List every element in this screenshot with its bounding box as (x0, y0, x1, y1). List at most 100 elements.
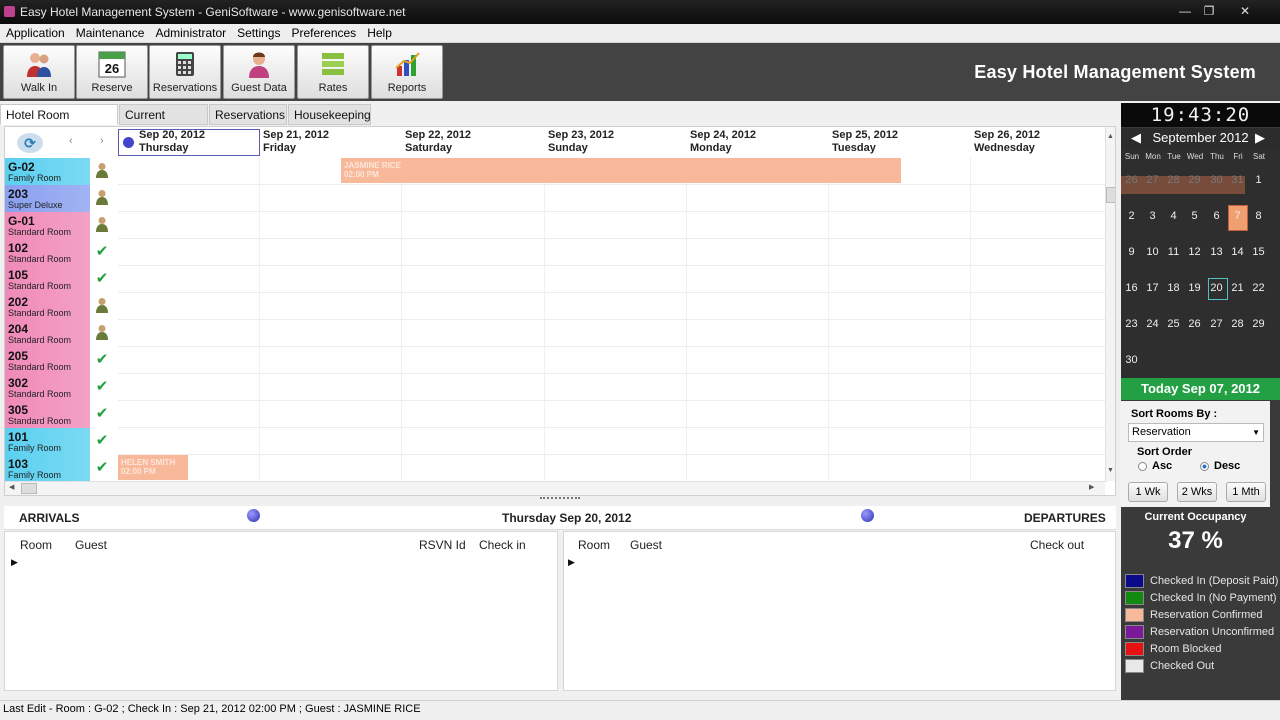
walk-in-button[interactable]: Walk In (3, 45, 75, 99)
maximize-button[interactable]: ❐ (1198, 3, 1220, 20)
day-header[interactable]: Sep 21, 2012 Friday (259, 129, 329, 157)
sort-desc-label[interactable]: Desc (1214, 460, 1240, 472)
sort-by-select[interactable]: Reservation ▼ (1128, 423, 1264, 442)
calendar-day[interactable]: 3 (1142, 205, 1163, 227)
booking-bar[interactable]: JASMINE RICE 02:00 PM (341, 158, 901, 183)
day-header[interactable]: Sep 23, 2012 Sunday (544, 129, 614, 157)
menu-administrator[interactable]: Administrator (149, 24, 231, 42)
room-row[interactable]: 101 Family Room ✔ (5, 428, 117, 455)
calendar-day[interactable]: 26 (1121, 169, 1142, 191)
menu-settings[interactable]: Settings (231, 24, 285, 42)
tab-reservations[interactable]: Reservations (209, 104, 287, 125)
calendar-day[interactable]: 29 (1248, 313, 1269, 335)
menu-application[interactable]: Application (0, 24, 70, 42)
calendar-day[interactable]: 11 (1163, 241, 1184, 263)
calendar-day[interactable]: 6 (1206, 205, 1227, 227)
menu-help[interactable]: Help (361, 24, 397, 42)
sort-asc-radio[interactable] (1138, 462, 1147, 471)
room-row[interactable]: 105 Standard Room ✔ (5, 266, 117, 293)
calendar-day[interactable]: 27 (1142, 169, 1163, 191)
tab-housekeeping[interactable]: Housekeeping (288, 104, 371, 125)
reports-button[interactable]: Reports (371, 45, 443, 99)
next-day-button[interactable] (861, 509, 874, 522)
prev-month-icon[interactable]: ◀ (1131, 128, 1141, 148)
day-header[interactable]: Sep 20, 2012 Thursday (135, 129, 205, 157)
menu-maintenance[interactable]: Maintenance (70, 24, 150, 42)
calendar-day[interactable]: 2 (1121, 205, 1142, 227)
calendar-day[interactable]: 21 (1227, 277, 1248, 299)
calendar-day[interactable]: 24 (1142, 313, 1163, 335)
calendar-day[interactable]: 28 (1163, 169, 1184, 191)
room-row[interactable]: G-01 Standard Room (5, 212, 117, 239)
close-button[interactable]: ✕ (1234, 3, 1256, 20)
calendar-day[interactable]: 5 (1184, 205, 1205, 227)
refresh-icon[interactable]: ⟳ (17, 133, 43, 153)
prev-day-button[interactable] (247, 509, 260, 522)
column-header[interactable]: Guest (75, 538, 107, 552)
calendar-day[interactable]: 30 (1121, 349, 1142, 371)
calendar-day[interactable]: 16 (1121, 277, 1142, 299)
range-1mth-button[interactable]: 1 Mth (1226, 482, 1266, 502)
horizontal-scrollbar[interactable]: ◀ ▶ (5, 481, 1105, 495)
calendar-day[interactable]: 7 (1227, 205, 1248, 227)
column-header[interactable]: Check out (1030, 538, 1084, 552)
room-row[interactable]: 203 Super Deluxe (5, 185, 117, 212)
room-row[interactable]: 202 Standard Room (5, 293, 117, 320)
tab-current-guests[interactable]: Current Guests (119, 104, 208, 142)
calendar-day[interactable]: 30 (1206, 169, 1227, 191)
room-row[interactable]: 205 Standard Room ✔ (5, 347, 117, 374)
calendar-day[interactable]: 29 (1184, 169, 1205, 191)
calendar-day[interactable]: 25 (1163, 313, 1184, 335)
next-month-icon[interactable]: ▶ (1255, 128, 1265, 148)
calendar-day[interactable]: 23 (1121, 313, 1142, 335)
booking-bar[interactable]: HELEN SMITH 02:00 PM (118, 455, 188, 480)
room-row[interactable]: 204 Standard Room (5, 320, 117, 347)
calendar-day[interactable]: 27 (1206, 313, 1227, 335)
calendar-day[interactable]: 17 (1142, 277, 1163, 299)
minimize-button[interactable]: — (1174, 3, 1196, 20)
calendar-day[interactable]: 20 (1206, 277, 1227, 299)
room-row[interactable]: 102 Standard Room ✔ (5, 239, 117, 266)
calendar-day[interactable]: 9 (1121, 241, 1142, 263)
room-row[interactable]: 302 Standard Room ✔ (5, 374, 117, 401)
rates-button[interactable]: Rates (297, 45, 369, 99)
departures-table[interactable]: Room Guest Check out ▶ (563, 531, 1116, 691)
reserve-button[interactable]: 26 Reserve (76, 45, 148, 99)
menu-preferences[interactable]: Preferences (285, 24, 361, 42)
room-row[interactable]: 305 Standard Room ✔ (5, 401, 117, 428)
calendar-day[interactable]: 19 (1184, 277, 1205, 299)
calendar-day[interactable]: 8 (1248, 205, 1269, 227)
day-header[interactable]: Sep 26, 2012 Wednesday (970, 129, 1040, 157)
column-header[interactable]: Guest (630, 538, 662, 552)
day-header[interactable]: Sep 22, 2012 Saturday (401, 129, 471, 157)
calendar-day[interactable]: 26 (1184, 313, 1205, 335)
column-header[interactable]: RSVN Id (419, 538, 466, 552)
column-header[interactable]: Room (20, 538, 52, 552)
room-row[interactable]: G-02 Family Room (5, 158, 117, 185)
vertical-scrollbar[interactable]: ▲ ▼ (1105, 127, 1115, 481)
calendar-day[interactable]: 10 (1142, 241, 1163, 263)
today-button[interactable]: Today Sep 07, 2012 (1121, 378, 1280, 400)
day-header[interactable]: Sep 25, 2012 Tuesday (828, 129, 898, 157)
sort-asc-label[interactable]: Asc (1152, 460, 1172, 472)
prev-week-icon[interactable]: ‹ (69, 135, 73, 147)
day-header[interactable]: Sep 24, 2012 Monday (686, 129, 756, 157)
sort-desc-radio[interactable] (1200, 462, 1209, 471)
splitter-handle[interactable] (540, 497, 580, 503)
calendar-day[interactable]: 31 (1227, 169, 1248, 191)
tab-hotel-room-planner[interactable]: Hotel Room Planner (0, 104, 118, 142)
calendar-day[interactable]: 4 (1163, 205, 1184, 227)
calendar-day[interactable]: 1 (1248, 169, 1269, 191)
range-1wk-button[interactable]: 1 Wk (1128, 482, 1168, 502)
column-header[interactable]: Check in (479, 538, 526, 552)
calendar-day[interactable]: 14 (1227, 241, 1248, 263)
calendar-day[interactable]: 18 (1163, 277, 1184, 299)
reservations-button[interactable]: Reservations (149, 45, 221, 99)
room-row[interactable]: 103 Family Room ✔ (5, 455, 117, 482)
column-header[interactable]: Room (578, 538, 610, 552)
calendar-day[interactable]: 22 (1248, 277, 1269, 299)
next-week-icon[interactable]: › (100, 135, 104, 147)
calendar-day[interactable]: 15 (1248, 241, 1269, 263)
range-2wks-button[interactable]: 2 Wks (1177, 482, 1217, 502)
calendar-day[interactable]: 13 (1206, 241, 1227, 263)
